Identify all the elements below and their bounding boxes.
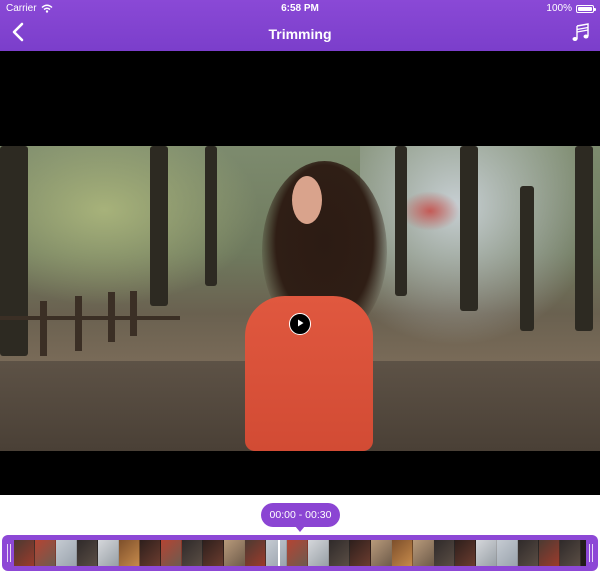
status-time: 6:58 PM bbox=[281, 3, 319, 14]
navigation-bar: Trimming bbox=[0, 18, 600, 51]
filmstrip-frame bbox=[497, 540, 518, 566]
filmstrip-frame bbox=[14, 540, 35, 566]
filmstrip-frame bbox=[413, 540, 434, 566]
time-range-badge: 00:00 - 00:30 bbox=[261, 503, 340, 527]
status-bar: Carrier 6:58 PM 100% bbox=[0, 0, 600, 18]
filmstrip-frame bbox=[350, 540, 371, 566]
video-player[interactable] bbox=[0, 51, 600, 495]
filmstrip-frame bbox=[119, 540, 140, 566]
music-notes-icon bbox=[571, 22, 591, 48]
filmstrip-frame bbox=[182, 540, 203, 566]
filmstrip-frame bbox=[245, 540, 266, 566]
header: Carrier 6:58 PM 100% Trimming bbox=[0, 0, 600, 51]
filmstrip-frame bbox=[98, 540, 119, 566]
video-frame bbox=[0, 146, 600, 451]
filmstrip-frame bbox=[140, 540, 161, 566]
battery-percentage: 100% bbox=[546, 3, 572, 14]
page-title: Trimming bbox=[268, 26, 332, 42]
trim-timeline[interactable] bbox=[2, 535, 598, 571]
trim-panel: 00:00 - 00:30 bbox=[0, 495, 600, 588]
filmstrip-frame bbox=[35, 540, 56, 566]
trim-end-handle[interactable] bbox=[586, 539, 596, 567]
trim-start-handle[interactable] bbox=[4, 539, 14, 567]
filmstrip-frame bbox=[434, 540, 455, 566]
filmstrip-frame bbox=[224, 540, 245, 566]
filmstrip-frame bbox=[308, 540, 329, 566]
filmstrip-frame bbox=[539, 540, 560, 566]
filmstrip bbox=[14, 540, 586, 566]
play-icon bbox=[295, 315, 305, 333]
battery-icon bbox=[576, 4, 596, 13]
filmstrip-frame bbox=[392, 540, 413, 566]
filmstrip-frame bbox=[77, 540, 98, 566]
filmstrip-frame bbox=[203, 540, 224, 566]
battery-info: 100% bbox=[546, 3, 596, 14]
trim-position-marker[interactable] bbox=[278, 540, 280, 566]
filmstrip-frame bbox=[266, 540, 287, 566]
play-button[interactable] bbox=[289, 313, 311, 335]
filmstrip-frame bbox=[560, 540, 581, 566]
filmstrip-frame bbox=[455, 540, 476, 566]
music-button[interactable] bbox=[570, 22, 592, 48]
filmstrip-frame bbox=[161, 540, 182, 566]
filmstrip-frame bbox=[287, 540, 308, 566]
filmstrip-frame bbox=[329, 540, 350, 566]
filmstrip-frame bbox=[371, 540, 392, 566]
filmstrip-frame bbox=[476, 540, 497, 566]
filmstrip-frame bbox=[56, 540, 77, 566]
filmstrip-frame bbox=[518, 540, 539, 566]
time-range-pointer bbox=[295, 526, 305, 532]
